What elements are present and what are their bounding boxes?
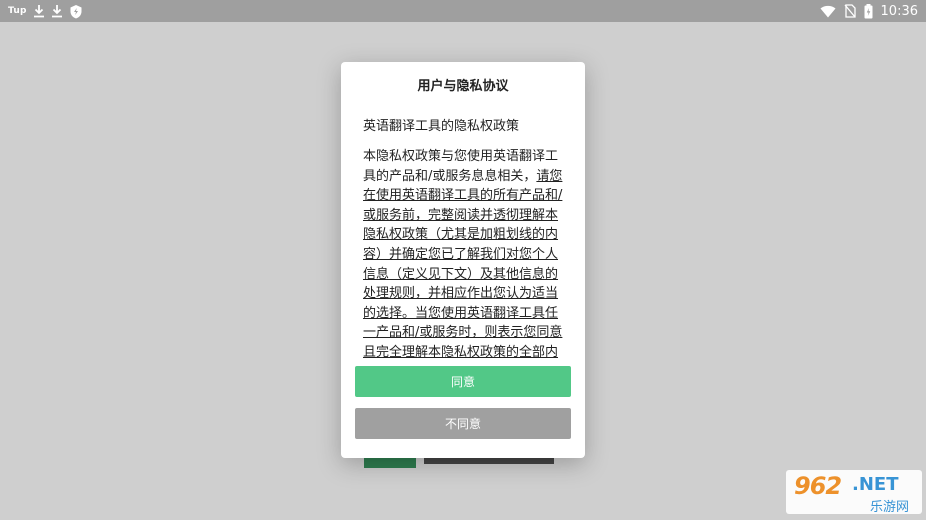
policy-underlined-text: 请您在使用英语翻译工具的所有产品和/或服务前，完整阅读并透彻理解本隐私权政策（尤…: [363, 168, 563, 359]
agree-button[interactable]: 同意: [355, 366, 571, 397]
download-icon: [33, 4, 45, 18]
dialog-title: 用户与隐私协议: [417, 79, 509, 94]
status-app-name: Tup: [8, 6, 27, 16]
privacy-dialog: 用户与隐私协议 英语翻译工具的隐私权政策 本隐私权政策与您使用英语翻译工具的产品…: [341, 62, 585, 458]
disagree-button[interactable]: 不同意: [355, 408, 571, 439]
status-bar: Tup 10:36: [0, 0, 926, 22]
site-watermark-logo: 962 .NET 乐游网: [786, 470, 922, 515]
no-sim-icon: [844, 4, 856, 18]
status-bar-right: 10:36: [820, 3, 918, 19]
status-time: 10:36: [880, 3, 918, 19]
policy-heading: 英语翻译工具的隐私权政策: [363, 119, 520, 134]
wifi-icon: [820, 5, 836, 18]
download-icon: [51, 4, 63, 18]
shield-icon: [69, 4, 83, 19]
battery-icon: [864, 3, 873, 19]
policy-intro-text: 本隐私权政策与您使用英语翻译工具的产品和/或服务息息相关，: [363, 149, 559, 184]
watermark-brand: 962: [794, 472, 842, 500]
watermark-tld: .NET: [852, 474, 899, 495]
policy-body-scroll[interactable]: 本隐私权政策与您使用英语翻译工具的产品和/或服务息息相关，请您在使用英语翻译工具…: [363, 147, 569, 359]
watermark-cn: 乐游网: [870, 500, 910, 515]
status-bar-left: Tup: [8, 3, 83, 19]
